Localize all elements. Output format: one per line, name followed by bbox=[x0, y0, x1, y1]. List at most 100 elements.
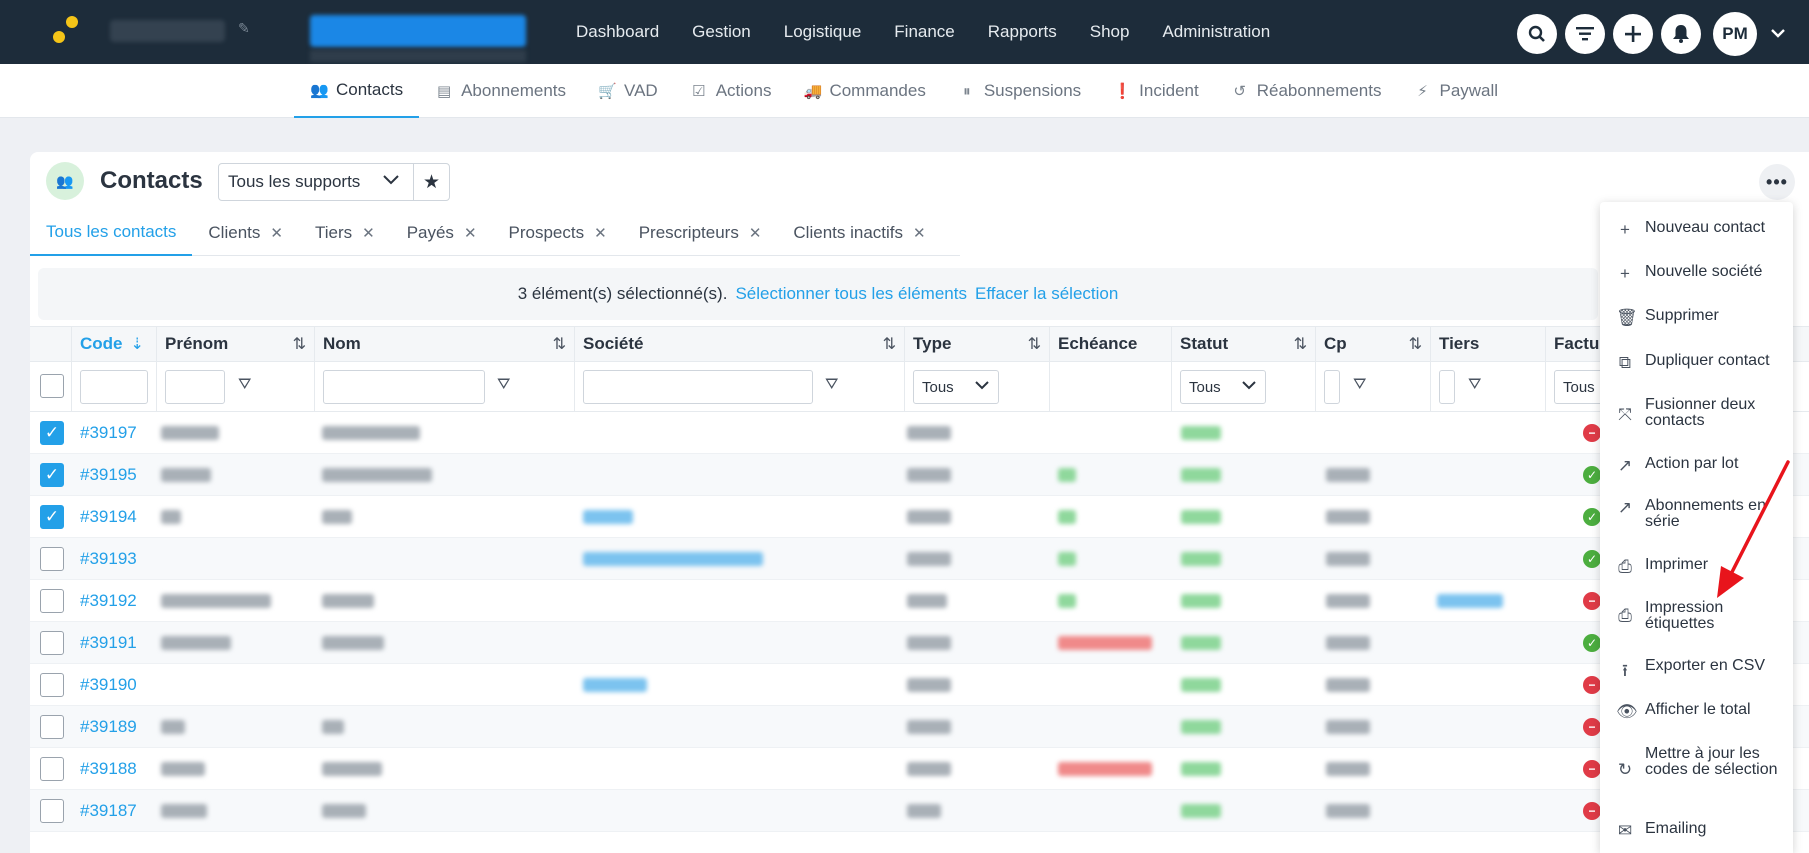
table-row[interactable]: #39192 − bbox=[30, 580, 1809, 622]
header-tiers[interactable]: Tiers bbox=[1431, 327, 1546, 361]
menu-item-impression-etiquettes[interactable]: ⎙ Impression étiquettes bbox=[1600, 600, 1793, 634]
nav-rapports[interactable]: Rapports bbox=[988, 22, 1057, 42]
menu-item-exporter-csv[interactable]: ⭱ Exporter en CSV bbox=[1600, 658, 1793, 681]
societe-filter-input[interactable] bbox=[583, 370, 813, 404]
subtab-paywall[interactable]: ⚡ Paywall bbox=[1397, 64, 1514, 118]
bell-icon[interactable] bbox=[1661, 14, 1701, 54]
header-nom[interactable]: Nom ⇅ bbox=[315, 327, 575, 361]
tab-prospects[interactable]: Prospects ✕ bbox=[493, 210, 623, 256]
nav-logistique[interactable]: Logistique bbox=[784, 22, 862, 42]
subtab-commandes[interactable]: 🚚 Commandes bbox=[787, 64, 941, 118]
menu-item-emailing[interactable]: ✉ Emailing bbox=[1600, 821, 1793, 841]
table-row[interactable]: #39187 − bbox=[30, 790, 1809, 832]
search-icon[interactable] bbox=[1517, 14, 1557, 54]
menu-item-supprimer[interactable]: 🗑 Supprimer bbox=[1600, 308, 1793, 328]
app-logo[interactable] bbox=[50, 16, 82, 48]
menu-item-mettre-a-jour-codes[interactable]: ↻ Mettre à jour les codes de sélection bbox=[1600, 746, 1793, 796]
contact-code-link[interactable]: #39194 bbox=[80, 507, 137, 527]
type-filter-select[interactable]: Tous bbox=[913, 370, 999, 404]
row-checkbox[interactable] bbox=[40, 757, 64, 781]
tab-tiers[interactable]: Tiers ✕ bbox=[299, 210, 391, 256]
funnel-icon[interactable]: ⛛ bbox=[238, 376, 251, 394]
table-row[interactable]: #39189 − bbox=[30, 706, 1809, 748]
contact-code-link[interactable]: #39191 bbox=[80, 633, 137, 653]
user-avatar[interactable]: PM bbox=[1713, 12, 1757, 56]
table-row[interactable]: #39191 ✓ bbox=[30, 622, 1809, 664]
contact-code-link[interactable]: #39188 bbox=[80, 759, 137, 779]
nav-finance[interactable]: Finance bbox=[894, 22, 954, 42]
row-checkbox[interactable] bbox=[40, 589, 64, 613]
close-icon[interactable]: ✕ bbox=[913, 224, 926, 242]
menu-item-abonnements-en-serie[interactable]: ↗ Abonnements en série bbox=[1600, 498, 1793, 532]
menu-item-action-par-lot[interactable]: ↗ Action par lot bbox=[1600, 456, 1793, 476]
table-row[interactable]: #39190 − bbox=[30, 664, 1809, 706]
header-prenom[interactable]: Prénom ⇅ bbox=[157, 327, 315, 361]
chevron-down-icon[interactable] bbox=[383, 172, 399, 190]
row-checkbox[interactable] bbox=[40, 673, 64, 697]
star-icon[interactable]: ★ bbox=[423, 171, 440, 194]
close-icon[interactable]: ✕ bbox=[270, 224, 283, 242]
funnel-icon[interactable]: ⛛ bbox=[825, 376, 838, 394]
more-options-button[interactable]: ••• bbox=[1759, 164, 1795, 200]
sort-icon[interactable]: ⇅ bbox=[553, 334, 566, 354]
cp-filter-input[interactable] bbox=[1324, 370, 1340, 404]
tab-clients-inactifs[interactable]: Clients inactifs ✕ bbox=[777, 210, 941, 256]
table-row[interactable]: ✓ #39197 − bbox=[30, 412, 1809, 454]
table-row[interactable]: #39193 ✓ bbox=[30, 538, 1809, 580]
chevron-down-icon[interactable] bbox=[1771, 25, 1785, 43]
nav-dashboard[interactable]: Dashboard bbox=[576, 22, 659, 42]
subtab-actions[interactable]: ☑ Actions bbox=[674, 64, 788, 118]
support-select[interactable]: Tous les supports ★ bbox=[218, 163, 450, 201]
header-type[interactable]: Type ⇅ bbox=[905, 327, 1050, 361]
nav-gestion[interactable]: Gestion bbox=[692, 22, 751, 42]
header-echeance[interactable]: Echéance bbox=[1050, 327, 1172, 361]
row-checkbox[interactable]: ✓ bbox=[40, 421, 64, 445]
contact-code-link[interactable]: #39187 bbox=[80, 801, 137, 821]
row-checkbox[interactable]: ✓ bbox=[40, 505, 64, 529]
close-icon[interactable]: ✕ bbox=[362, 224, 375, 242]
row-checkbox[interactable] bbox=[40, 631, 64, 655]
contact-code-link[interactable]: #39193 bbox=[80, 549, 137, 569]
tiers-filter-input[interactable] bbox=[1439, 370, 1455, 404]
header-statut[interactable]: Statut ⇅ bbox=[1172, 327, 1316, 361]
contact-code-link[interactable]: #39197 bbox=[80, 423, 137, 443]
subtab-suspensions[interactable]: ⏸ Suspensions bbox=[942, 64, 1097, 118]
table-row[interactable]: #39188 − bbox=[30, 748, 1809, 790]
tab-clients[interactable]: Clients ✕ bbox=[192, 210, 299, 256]
plus-icon[interactable] bbox=[1613, 14, 1653, 54]
tab-tous-les-contacts[interactable]: Tous les contacts bbox=[30, 210, 193, 256]
menu-item-imprimer[interactable]: ⎙ Imprimer bbox=[1600, 557, 1793, 577]
row-checkbox[interactable] bbox=[40, 715, 64, 739]
subtab-contacts[interactable]: 👥 Contacts bbox=[294, 64, 420, 118]
funnel-icon[interactable]: ⛛ bbox=[497, 376, 510, 394]
subtab-vad[interactable]: 🛒 VAD bbox=[582, 64, 674, 118]
menu-item-afficher-total[interactable]: 👁 Afficher le total bbox=[1600, 702, 1793, 722]
sort-icon[interactable]: ⇅ bbox=[883, 334, 896, 354]
sort-icon[interactable]: ⇅ bbox=[293, 334, 306, 354]
close-icon[interactable]: ✕ bbox=[749, 224, 762, 242]
close-icon[interactable]: ✕ bbox=[594, 224, 607, 242]
row-checkbox[interactable] bbox=[40, 547, 64, 571]
clear-selection-link[interactable]: Effacer la sélection bbox=[975, 284, 1118, 304]
menu-item-dupliquer-contact[interactable]: ⧉ Dupliquer contact bbox=[1600, 353, 1793, 373]
tab-prescripteurs[interactable]: Prescripteurs ✕ bbox=[623, 210, 778, 256]
subtab-reabonnements[interactable]: ↺ Réabonnements bbox=[1215, 64, 1398, 118]
row-checkbox[interactable]: ✓ bbox=[40, 463, 64, 487]
menu-item-nouveau-contact[interactable]: + Nouveau contact bbox=[1600, 220, 1793, 240]
funnel-icon[interactable]: ⛛ bbox=[1468, 376, 1481, 394]
sort-icon[interactable]: ⇅ bbox=[1409, 334, 1422, 354]
subtab-incident[interactable]: ❗ Incident bbox=[1097, 64, 1215, 118]
funnel-icon[interactable]: ⛛ bbox=[1353, 376, 1366, 394]
header-cp[interactable]: Cp ⇅ bbox=[1316, 327, 1431, 361]
contact-code-link[interactable]: #39189 bbox=[80, 717, 137, 737]
header-societe[interactable]: Société ⇅ bbox=[575, 327, 905, 361]
close-icon[interactable]: ✕ bbox=[464, 224, 477, 242]
nom-filter-input[interactable] bbox=[323, 370, 485, 404]
select-all-checkbox[interactable] bbox=[40, 374, 64, 398]
nav-shop[interactable]: Shop bbox=[1090, 22, 1130, 42]
contact-code-link[interactable]: #39192 bbox=[80, 591, 137, 611]
contact-code-link[interactable]: #39190 bbox=[80, 675, 137, 695]
sort-icon[interactable]: ⇅ bbox=[1294, 334, 1307, 354]
table-row[interactable]: ✓ #39194 ✓ bbox=[30, 496, 1809, 538]
select-all-link[interactable]: Sélectionner tous les éléments bbox=[735, 284, 967, 304]
